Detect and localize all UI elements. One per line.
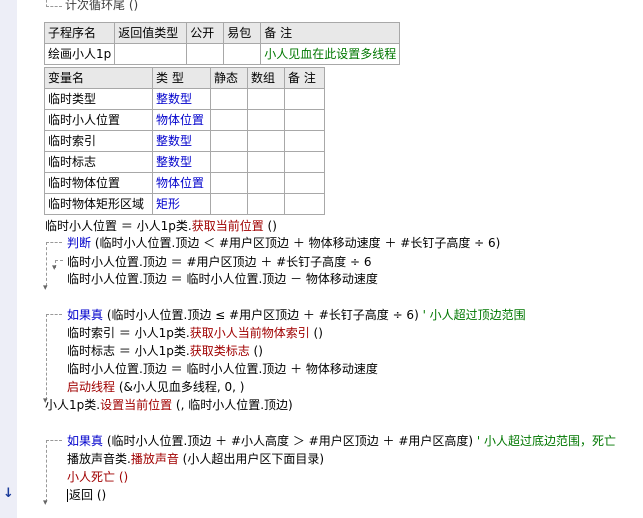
var-remark-cell[interactable] [284, 193, 325, 215]
code-line[interactable]: 临时小人位置 ＝ 小人1p类.获取当前位置 () [45, 219, 277, 233]
code-line-current[interactable]: 返回 () [67, 488, 106, 502]
sub-header-easy-pack: 易包 [223, 22, 262, 44]
flow-line [46, 6, 62, 7]
var-header-name: 变量名 [44, 67, 153, 89]
sub-header-name: 子程序名 [43, 22, 116, 44]
sub-header-return-type: 返回值类型 [114, 22, 188, 44]
method-name: 获取当前位置 [191, 219, 264, 233]
var-static-cell[interactable] [210, 172, 248, 194]
command-start-thread: 启动线程 [67, 380, 116, 394]
var-type-cell[interactable]: 整数型 [152, 88, 211, 110]
flow-line [46, 242, 62, 243]
var-name-cell[interactable]: 临时物体位置 [44, 172, 153, 194]
subroutine-table: 子程序名 返回值类型 公开 易包 备 注 绘画小人1p 小人见血在此设置多线程 [43, 22, 401, 65]
sub-remark-cell[interactable]: 小人见血在此设置多线程 [260, 43, 401, 65]
method-name: 播放声音 [130, 452, 179, 466]
flow-line [46, 440, 62, 441]
var-remark-cell[interactable] [284, 130, 325, 152]
var-header-type: 类 型 [152, 67, 211, 89]
sub-public-cell[interactable] [186, 43, 225, 65]
var-name-cell[interactable]: 临时类型 [44, 88, 153, 110]
code-line[interactable]: 判断 (临时小人位置.顶边 ＜ #用户区顶边 ＋ 物体移动速度 ＋ #长钉子高度… [67, 236, 500, 250]
code-line[interactable]: 如果真 (临时小人位置.顶边 ＋ #小人高度 ＞ #用户区顶边 ＋ #用户区高度… [67, 434, 616, 448]
var-name-cell[interactable]: 临时物体矩形区域 [44, 193, 153, 215]
var-remark-cell[interactable] [284, 172, 325, 194]
code-line[interactable]: 临时小人位置.顶边 ＝ 临时小人位置.顶边 － 物体移动速度 [67, 272, 378, 286]
code-line[interactable]: 播放声音类.播放声音 (小人超出用户区下面目录) [67, 452, 324, 466]
code-line[interactable]: 如果真 (临时小人位置.顶边 ≤ #用户区顶边 ＋ #长钉子高度 ÷ 6) ' … [67, 308, 526, 322]
var-type-cell[interactable]: 物体位置 [152, 172, 211, 194]
var-name-cell[interactable]: 临时索引 [44, 130, 153, 152]
var-static-cell[interactable] [210, 151, 248, 173]
code-line[interactable]: 临时标志 ＝ 小人1p类.获取类标志 () [67, 344, 263, 358]
var-array-cell[interactable] [247, 172, 285, 194]
keyword-if-true: 如果真 [67, 308, 104, 322]
var-remark-cell[interactable] [284, 151, 325, 173]
var-name-cell[interactable]: 临时小人位置 [44, 109, 153, 131]
loop-end-line[interactable]: 计次循环尾 () [65, 0, 138, 12]
sub-name-cell[interactable]: 绘画小人1p [43, 43, 116, 65]
method-name: 设置当前位置 [100, 398, 173, 412]
keyword-judge: 判断 [67, 236, 92, 250]
code-line[interactable]: 小人死亡 () [67, 470, 128, 484]
method-name: 获取小人当前物体索引 [189, 326, 310, 340]
table-row: 临时索引 整数型 [44, 130, 325, 152]
var-name-cell[interactable]: 临时标志 [44, 151, 153, 173]
var-array-cell[interactable] [247, 151, 285, 173]
var-type-cell[interactable]: 物体位置 [152, 109, 211, 131]
flow-line [46, 440, 47, 502]
var-static-cell[interactable] [210, 193, 248, 215]
table-row: 临时标志 整数型 [44, 151, 325, 173]
var-static-cell[interactable] [210, 130, 248, 152]
code-line[interactable]: 小人1p类.设置当前位置 (, 临时小人位置.顶边) [45, 398, 293, 412]
method-name: 获取类标志 [189, 344, 250, 358]
code-line[interactable]: 临时小人位置.顶边 ＝ #用户区顶边 ＋ #长钉子高度 ÷ 6 [67, 255, 372, 269]
sub-easy-pack-cell[interactable] [223, 43, 262, 65]
code-comment: ' 小人超过底边范围，死亡 [473, 434, 616, 448]
var-array-cell[interactable] [247, 88, 285, 110]
flow-arrow-icon: ▾ [43, 283, 48, 293]
code-line[interactable]: 启动线程 (&小人见血多线程, 0, ) [67, 380, 244, 394]
var-header-array: 数组 [247, 67, 285, 89]
keyword-if-true: 如果真 [67, 434, 104, 448]
local-variable-table: 变量名 类 型 静态 数组 备 注 临时类型 整数型 临时小人位置 物体位置 临… [44, 67, 325, 215]
table-row: 临时物体矩形区域 矩形 [44, 193, 325, 215]
sub-header-public: 公开 [186, 22, 225, 44]
sub-header-remark: 备 注 [260, 22, 401, 44]
var-static-cell[interactable] [210, 109, 248, 131]
var-static-cell[interactable] [210, 88, 248, 110]
flow-line [55, 260, 63, 261]
flow-line [46, 314, 62, 315]
code-comment: ' 小人超过顶边范围 [418, 308, 526, 322]
code-line[interactable]: 临时小人位置.顶边 ＝ 临时小人位置.顶边 ＋ 物体移动速度 [67, 362, 378, 376]
var-header-remark: 备 注 [284, 67, 325, 89]
table-row: 临时类型 整数型 [44, 88, 325, 110]
flow-line [46, 314, 47, 400]
flow-line [46, 242, 47, 286]
code-line[interactable]: 临时索引 ＝ 小人1p类.获取小人当前物体索引 () [67, 326, 323, 340]
var-array-cell[interactable] [247, 130, 285, 152]
line-gutter: ↓ [0, 0, 17, 518]
flow-arrow-icon: ▾ [43, 498, 48, 508]
flow-arrow-icon: ▾ [52, 263, 57, 273]
current-line-arrow-icon: ↓ [3, 486, 14, 501]
var-remark-cell[interactable] [284, 88, 325, 110]
var-type-cell[interactable]: 矩形 [152, 193, 211, 215]
var-remark-cell[interactable] [284, 109, 325, 131]
sub-return-type-cell[interactable] [114, 43, 188, 65]
table-row: 临时小人位置 物体位置 [44, 109, 325, 131]
var-type-cell[interactable]: 整数型 [152, 130, 211, 152]
text-cursor [67, 489, 68, 502]
var-header-static: 静态 [210, 67, 248, 89]
var-array-cell[interactable] [247, 109, 285, 131]
var-type-cell[interactable]: 整数型 [152, 151, 211, 173]
var-array-cell[interactable] [247, 193, 285, 215]
table-row: 临时物体位置 物体位置 [44, 172, 325, 194]
